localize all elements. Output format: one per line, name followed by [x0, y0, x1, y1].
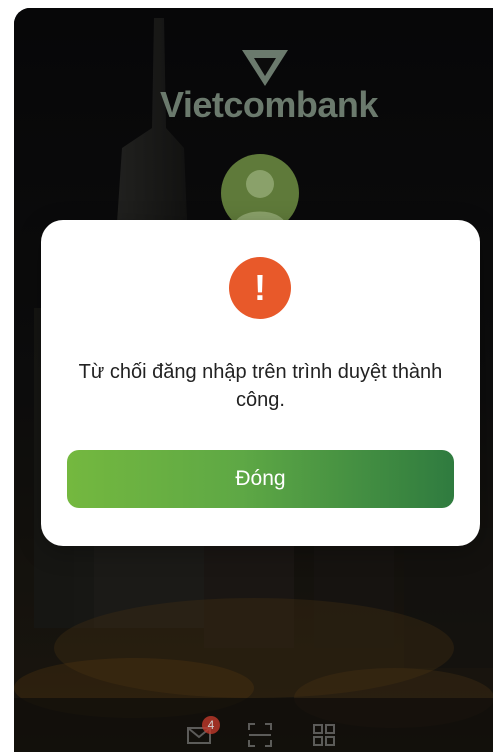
- brand-name: Vietcombank: [160, 84, 378, 125]
- qr-scan-icon[interactable]: [247, 722, 273, 748]
- screen: Vietcombank 4 ! Từ chối đăng nhập trên t…: [0, 0, 493, 752]
- exclamation-icon: !: [229, 257, 291, 319]
- close-button[interactable]: Đóng: [67, 450, 454, 508]
- alert-dialog: ! Từ chối đăng nhập trên trình duyệt thà…: [41, 220, 480, 546]
- grid-menu-icon[interactable]: [311, 722, 337, 748]
- mail-badge-count: 4: [202, 716, 220, 734]
- dialog-message: Từ chối đăng nhập trên trình duyệt thành…: [78, 361, 443, 411]
- bottom-nav: 4: [14, 714, 493, 752]
- brand-logo: Vietcombank: [160, 46, 378, 126]
